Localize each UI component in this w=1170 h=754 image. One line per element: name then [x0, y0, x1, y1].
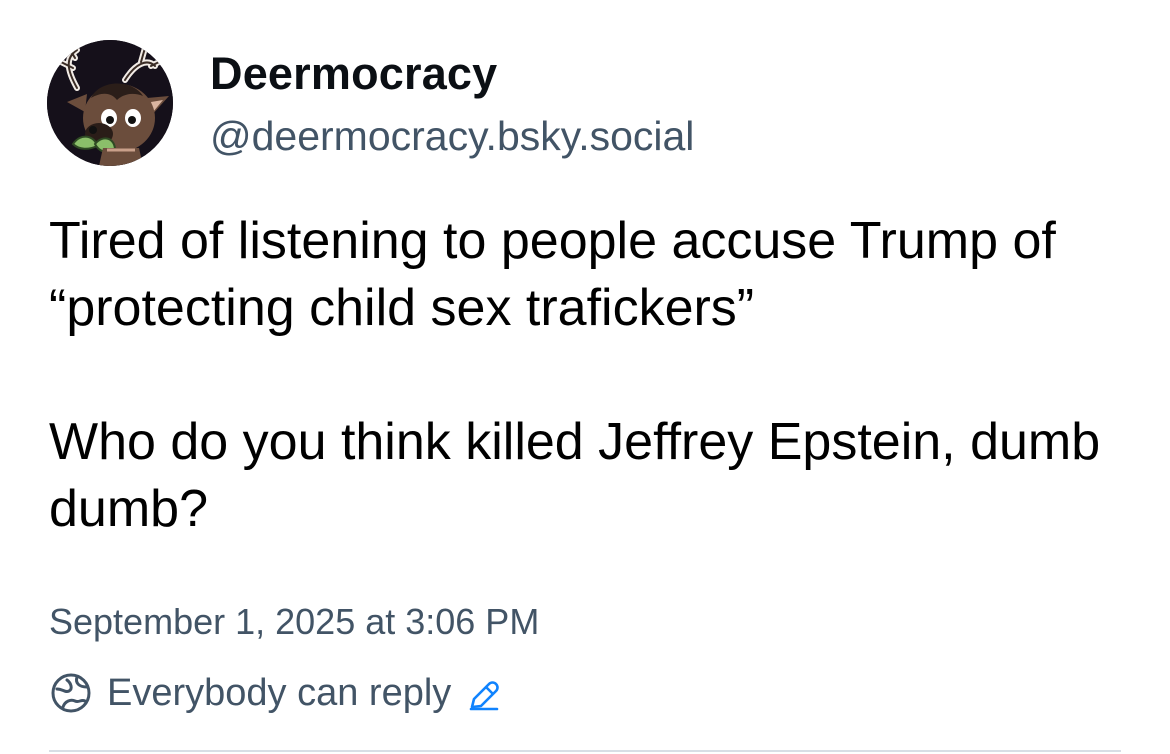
reply-settings-label: Everybody can reply	[107, 672, 452, 714]
author-avatar[interactable]	[47, 40, 173, 166]
post-divider	[49, 750, 1121, 752]
post-paragraph: Tired of listening to people accuse Trum…	[49, 212, 1056, 337]
post-card: Deermocracy @deermocracy.bsky.social Tir…	[0, 0, 1170, 754]
author-handle[interactable]: @deermocracy.bsky.social	[210, 108, 694, 164]
reply-settings[interactable]: Everybody can reply	[49, 667, 501, 719]
post-timestamp[interactable]: September 1, 2025 at 3:06 PM	[49, 598, 539, 646]
post-body: Tired of listening to people accuse Trum…	[49, 208, 1139, 543]
author-display-name[interactable]: Deermocracy	[210, 46, 497, 102]
post-paragraph: Who do you think killed Jeffrey Epstein,…	[49, 413, 1101, 538]
pencil-icon[interactable]	[467, 678, 501, 712]
globe-icon	[51, 673, 91, 713]
deer-avatar-icon	[47, 40, 173, 166]
